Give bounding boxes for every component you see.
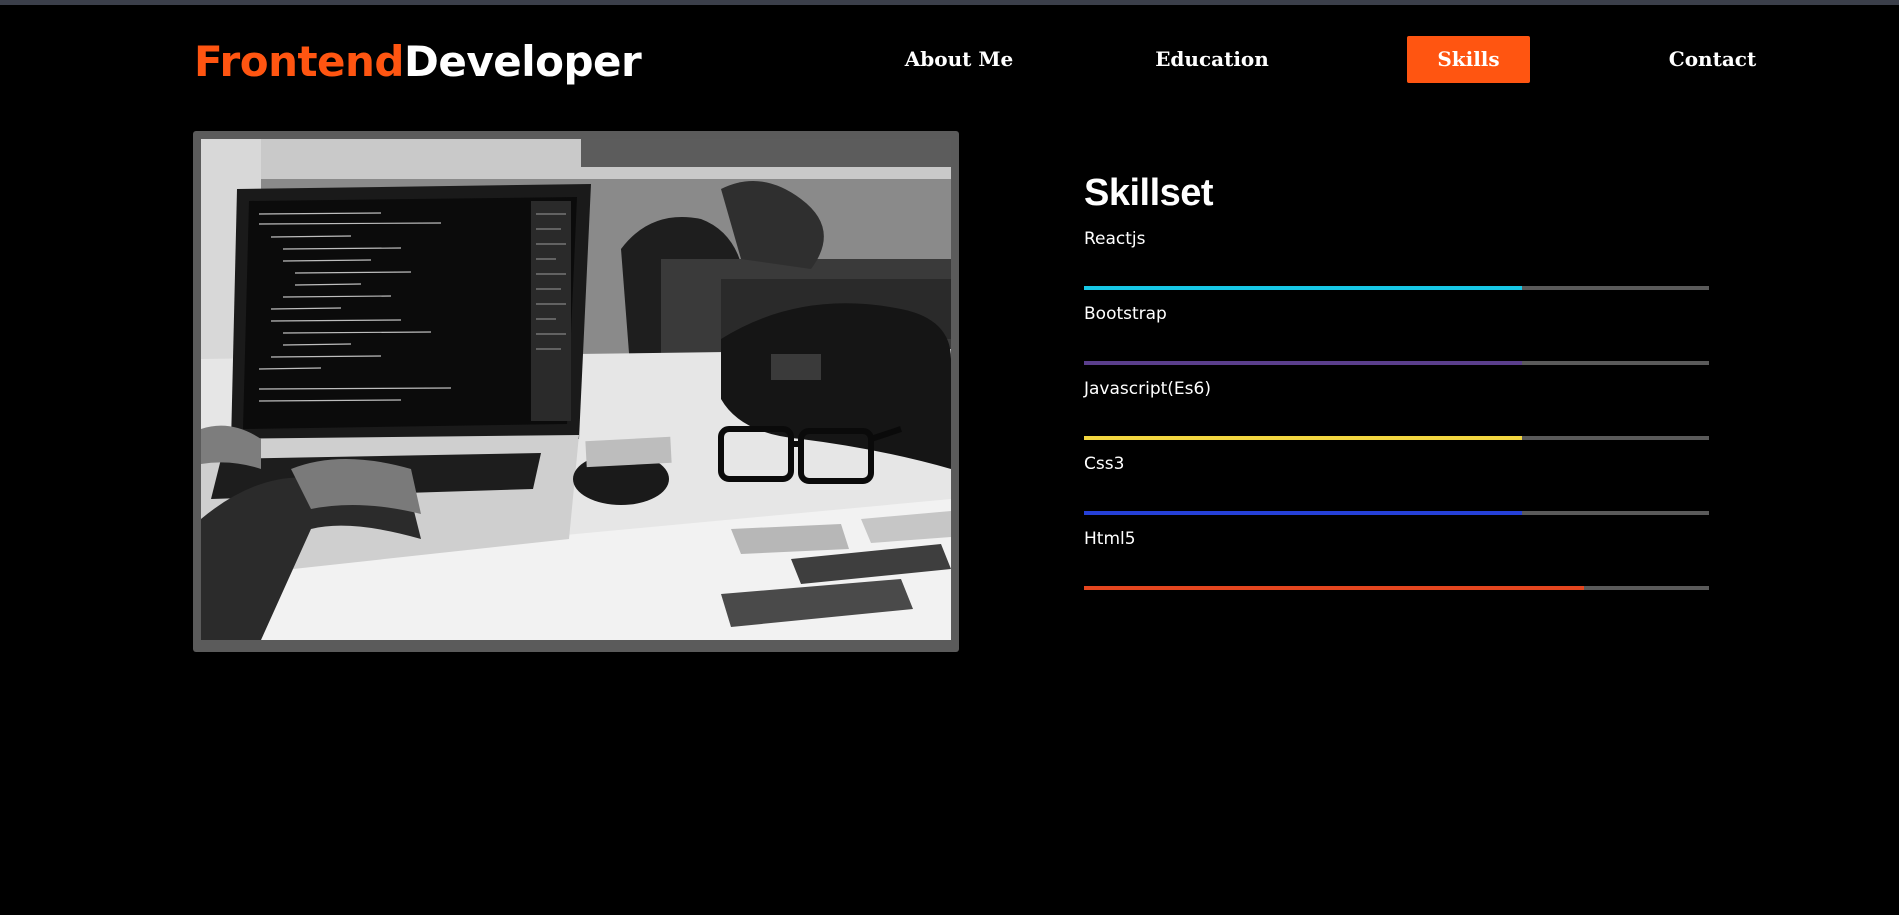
- photo-frame: [193, 131, 959, 652]
- skill-label-bootstrap: Bootstrap: [1084, 304, 1167, 324]
- skill-bar-javascript: [1084, 436, 1709, 440]
- logo-rest-text: Developer: [404, 37, 642, 86]
- skill-bar-reactjs: [1084, 286, 1709, 290]
- skillset-title: Skillset: [1084, 172, 1214, 214]
- nav-education[interactable]: Education: [1146, 36, 1278, 83]
- skill-bar-fill: [1084, 436, 1522, 440]
- window-top-strip: [0, 0, 1899, 5]
- skill-bar-bootstrap: [1084, 361, 1709, 365]
- skill-label-html5: Html5: [1084, 529, 1136, 549]
- skill-bar-css3: [1084, 511, 1709, 515]
- laptop-workspace-photo: [201, 139, 951, 640]
- skill-bar-fill: [1084, 361, 1522, 365]
- skill-label-reactjs: Reactjs: [1084, 229, 1146, 249]
- photo-illustration: [201, 139, 951, 640]
- skill-bar-html5: [1084, 586, 1709, 590]
- skill-bar-fill: [1084, 586, 1584, 590]
- skill-bar-fill: [1084, 511, 1522, 515]
- skill-bar-fill: [1084, 286, 1522, 290]
- site-logo[interactable]: FrontendDeveloper: [194, 34, 642, 90]
- skill-label-css3: Css3: [1084, 454, 1125, 474]
- nav-about-me[interactable]: About Me: [895, 36, 1023, 83]
- nav-skills-active[interactable]: Skills: [1407, 36, 1530, 83]
- nav-contact[interactable]: Contact: [1657, 36, 1768, 83]
- logo-accent-text: Frontend: [194, 37, 405, 86]
- skill-label-javascript: Javascript(Es6): [1084, 379, 1211, 399]
